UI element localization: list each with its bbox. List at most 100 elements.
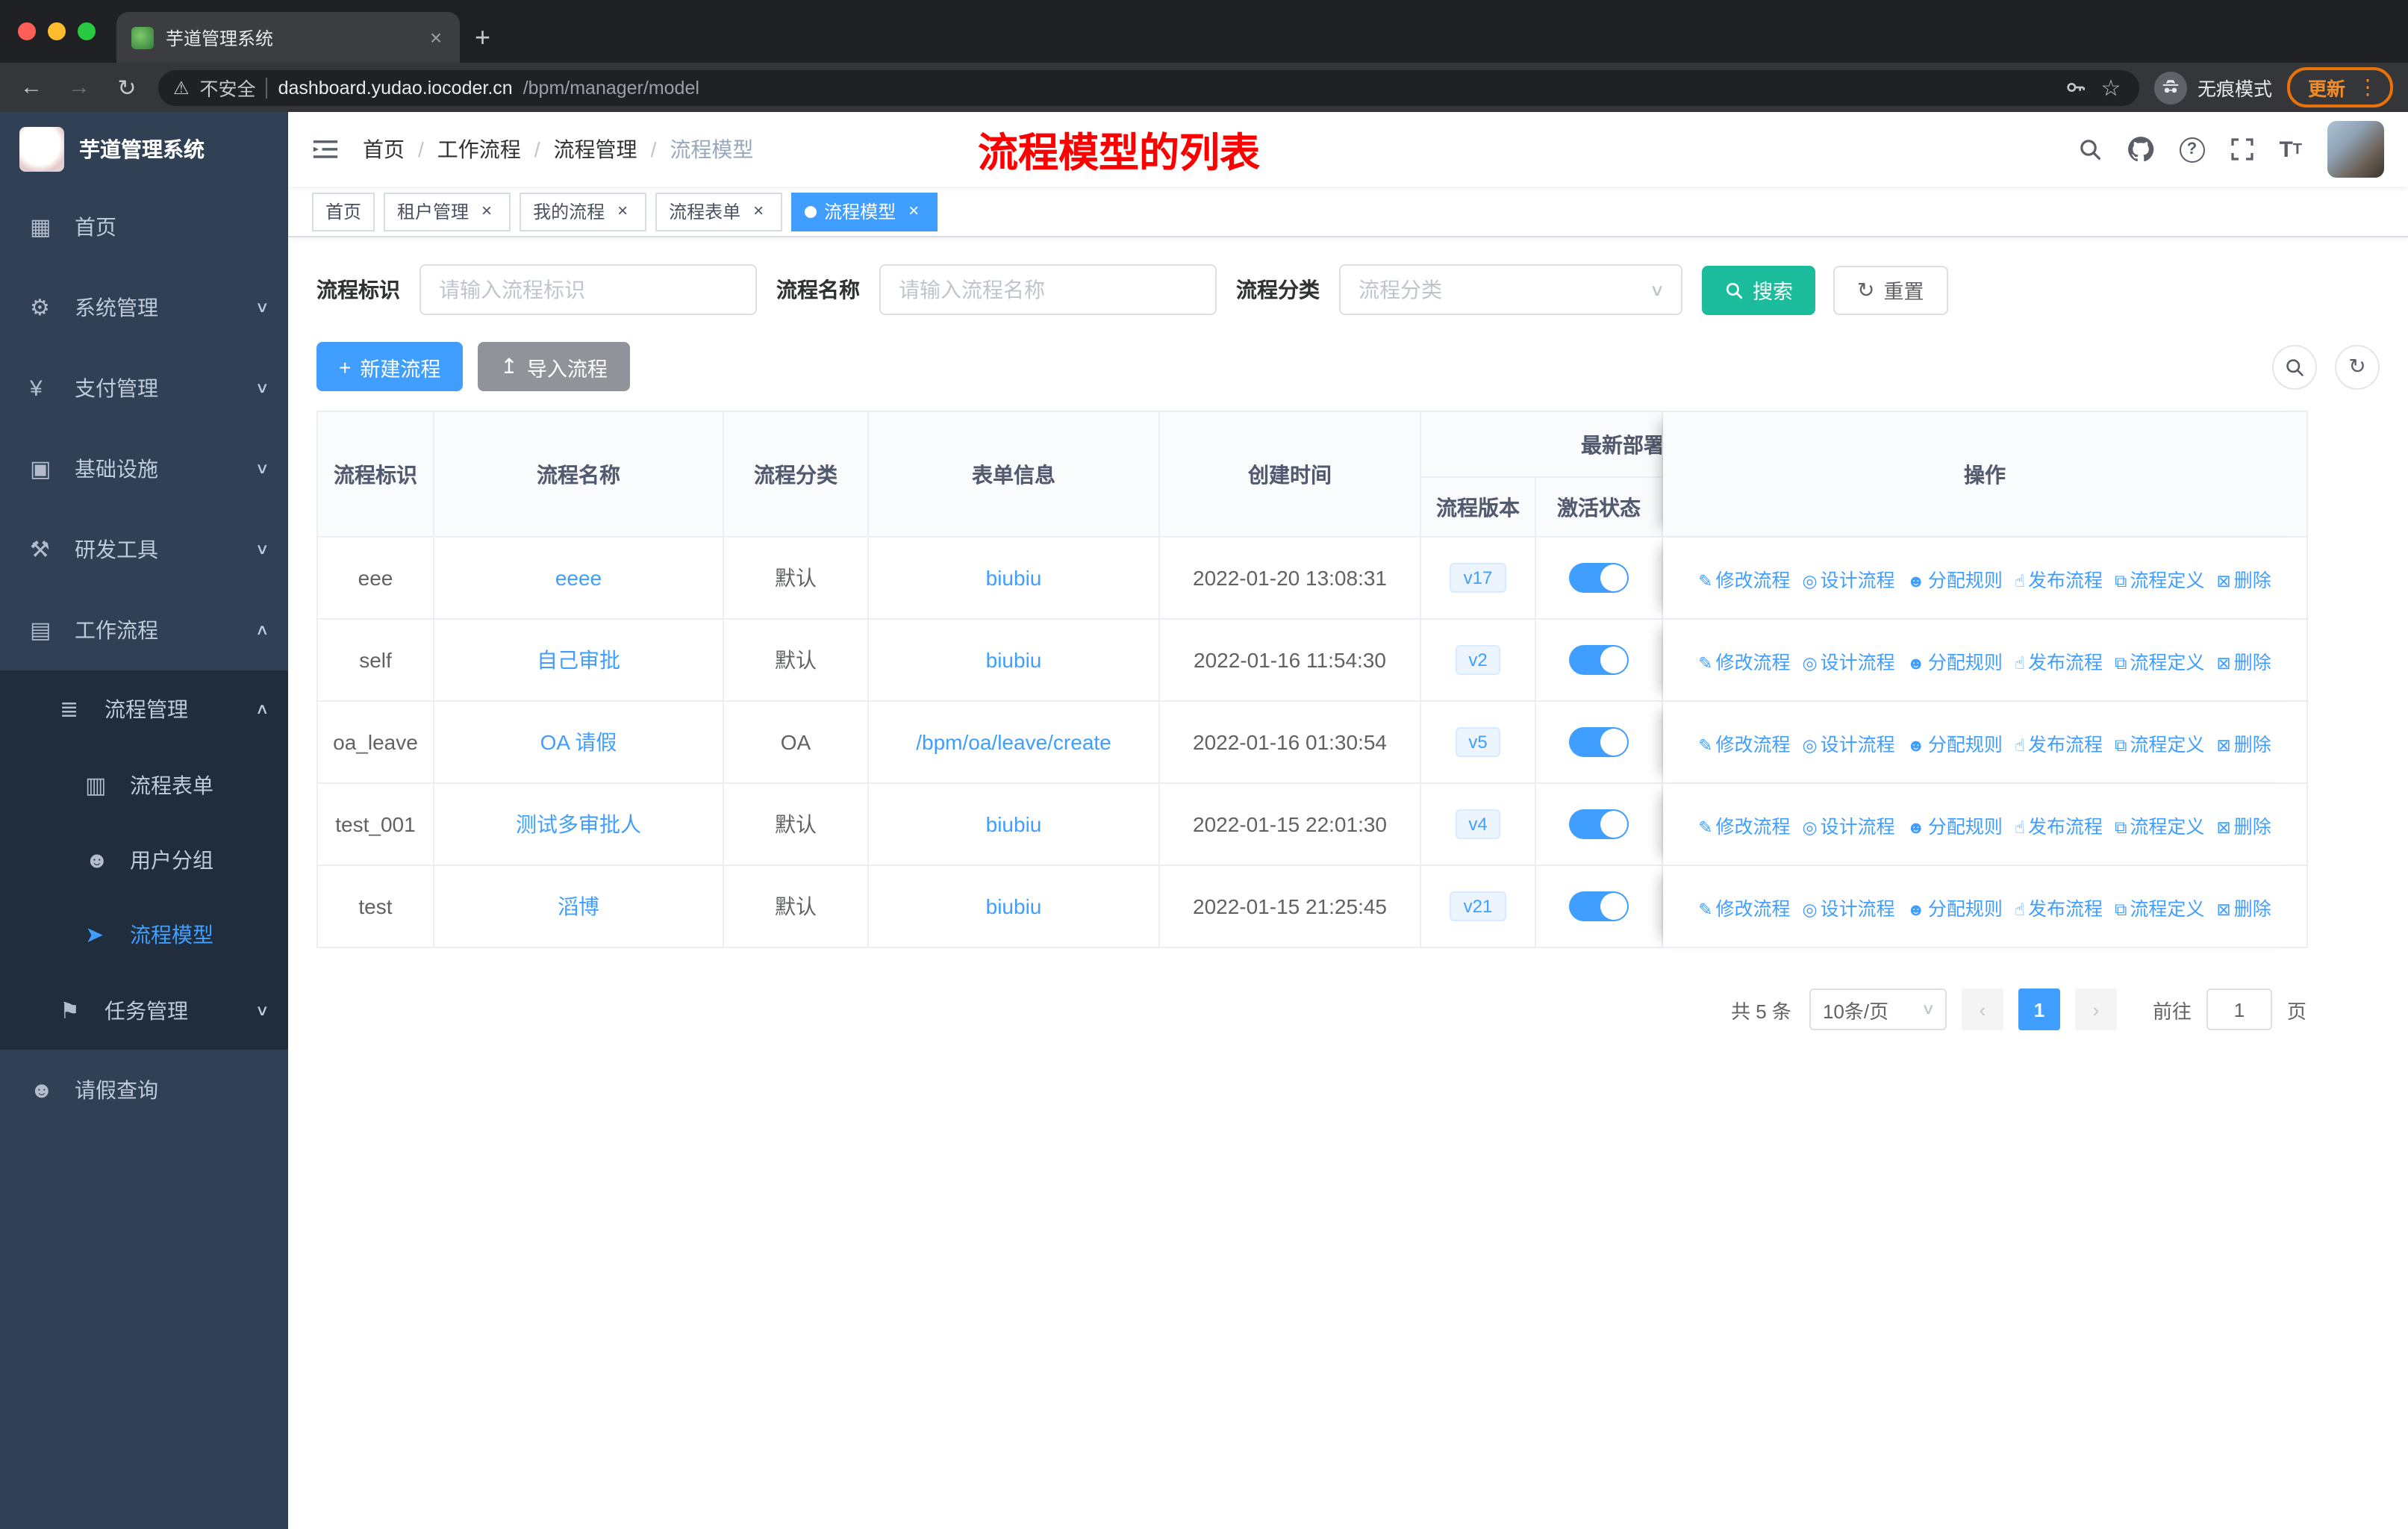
- close-icon[interactable]: ×: [476, 200, 497, 222]
- font-size-icon[interactable]: TT: [2279, 137, 2302, 162]
- breadcrumb-item[interactable]: 工作流程: [437, 134, 521, 164]
- toggle-search-button[interactable]: [2272, 344, 2317, 389]
- close-icon[interactable]: ×: [903, 200, 924, 222]
- browser-tab[interactable]: 芋道管理系统 ×: [116, 12, 460, 63]
- form-info-link[interactable]: biubiu: [986, 648, 1042, 672]
- active-toggle[interactable]: [1569, 645, 1629, 675]
- hamburger-icon[interactable]: [312, 136, 339, 163]
- version-badge[interactable]: v17: [1450, 563, 1506, 593]
- version-badge[interactable]: v5: [1455, 727, 1501, 757]
- action-publish-link[interactable]: ☝ 发布流程: [2015, 652, 2103, 673]
- action-delete-link[interactable]: ⊠ 删除: [2216, 734, 2271, 755]
- action-assign-link[interactable]: ☻ 分配规则: [1907, 734, 2003, 755]
- action-edit-link[interactable]: ✎ 修改流程: [1698, 570, 1790, 591]
- sidebar-item-payment-mgmt[interactable]: ¥ 支付管理 ∨: [0, 348, 288, 429]
- action-definition-link[interactable]: ⧉ 流程定义: [2115, 898, 2204, 919]
- action-edit-link[interactable]: ✎ 修改流程: [1698, 652, 1790, 673]
- sidebar-item-dev-tools[interactable]: ⚒ 研发工具 ∨: [0, 509, 288, 590]
- sidebar-item-infrastructure[interactable]: ▣ 基础设施 ∨: [0, 429, 288, 509]
- action-definition-link[interactable]: ⧉ 流程定义: [2115, 734, 2204, 755]
- action-assign-link[interactable]: ☻ 分配规则: [1907, 898, 2003, 919]
- close-icon[interactable]: ×: [748, 200, 769, 222]
- sidebar-item-workflow[interactable]: ▤ 工作流程 ∧: [0, 590, 288, 670]
- action-edit-link[interactable]: ✎ 修改流程: [1698, 734, 1790, 755]
- action-assign-link[interactable]: ☻ 分配规则: [1907, 570, 2003, 591]
- github-icon[interactable]: [2127, 136, 2153, 163]
- tag-流程表单[interactable]: 流程表单 ×: [655, 192, 783, 231]
- user-avatar[interactable]: [2327, 121, 2384, 178]
- breadcrumb-item[interactable]: 首页: [363, 134, 405, 164]
- form-info-link[interactable]: biubiu: [986, 894, 1042, 918]
- prev-page-button[interactable]: ‹: [1961, 988, 2003, 1030]
- active-toggle[interactable]: [1569, 809, 1629, 839]
- action-publish-link[interactable]: ☝ 发布流程: [2015, 816, 2103, 837]
- url-field[interactable]: ⚠ 不安全 dashboard.yudao.iocoder.cn/bpm/man…: [158, 69, 2139, 105]
- page-number-button[interactable]: 1: [2018, 988, 2060, 1030]
- action-edit-link[interactable]: ✎ 修改流程: [1698, 816, 1790, 837]
- browser-update-button[interactable]: 更新 ⋮: [2286, 67, 2393, 108]
- fullscreen-icon[interactable]: [2230, 137, 2253, 161]
- security-label[interactable]: 不安全: [200, 73, 256, 102]
- category-select[interactable]: 流程分类 ∨: [1339, 264, 1682, 315]
- action-delete-link[interactable]: ⊠ 删除: [2216, 652, 2271, 673]
- tag-首页[interactable]: 首页: [312, 192, 375, 231]
- sidebar-item-home[interactable]: ▦ 首页: [0, 187, 288, 267]
- action-delete-link[interactable]: ⊠ 删除: [2216, 570, 2271, 591]
- sidebar-item-process-form[interactable]: ▥ 流程表单: [0, 748, 288, 823]
- new-tab-button[interactable]: +: [475, 22, 490, 54]
- tag-我的流程[interactable]: 我的流程 ×: [520, 192, 647, 231]
- goto-page-input[interactable]: [2206, 988, 2272, 1030]
- process-name-link[interactable]: OA 请假: [540, 730, 617, 754]
- form-info-link[interactable]: /bpm/oa/leave/create: [916, 730, 1111, 754]
- reload-icon[interactable]: ↻: [110, 74, 143, 101]
- password-key-icon[interactable]: [2065, 76, 2087, 99]
- minimize-window-button[interactable]: [48, 22, 66, 40]
- zoom-window-button[interactable]: [78, 22, 96, 40]
- sidebar-item-user-group[interactable]: ☻ 用户分组: [0, 823, 288, 897]
- version-badge[interactable]: v2: [1455, 645, 1501, 675]
- form-info-link[interactable]: biubiu: [986, 566, 1042, 590]
- tag-流程模型[interactable]: 流程模型 ×: [791, 192, 938, 231]
- action-definition-link[interactable]: ⧉ 流程定义: [2115, 652, 2204, 673]
- sidebar-item-task-mgmt[interactable]: ⚑ 任务管理 ∨: [0, 972, 288, 1050]
- action-assign-link[interactable]: ☻ 分配规则: [1907, 652, 2003, 673]
- close-icon[interactable]: ×: [612, 200, 633, 222]
- active-toggle[interactable]: [1569, 563, 1629, 593]
- process-name-link[interactable]: eeee: [555, 566, 602, 590]
- action-design-link[interactable]: ◎ 设计流程: [1803, 652, 1895, 673]
- process-name-link[interactable]: 测试多审批人: [516, 812, 641, 836]
- version-badge[interactable]: v21: [1450, 891, 1506, 921]
- close-tab-icon[interactable]: ×: [424, 25, 448, 49]
- back-icon[interactable]: ←: [15, 75, 48, 100]
- action-definition-link[interactable]: ⧉ 流程定义: [2115, 570, 2204, 591]
- action-design-link[interactable]: ◎ 设计流程: [1803, 816, 1895, 837]
- action-edit-link[interactable]: ✎ 修改流程: [1698, 898, 1790, 919]
- action-publish-link[interactable]: ☝ 发布流程: [2015, 734, 2103, 755]
- process-name-link[interactable]: 自己审批: [537, 648, 620, 672]
- close-window-button[interactable]: [18, 22, 36, 40]
- page-size-select[interactable]: 10条/页 ∨: [1809, 988, 1947, 1030]
- process-key-input[interactable]: [419, 264, 757, 315]
- help-icon[interactable]: ?: [2179, 137, 2205, 162]
- process-name-input[interactable]: [879, 264, 1217, 315]
- search-icon[interactable]: [2077, 137, 2101, 161]
- active-toggle[interactable]: [1569, 727, 1629, 757]
- action-design-link[interactable]: ◎ 设计流程: [1803, 898, 1895, 919]
- action-publish-link[interactable]: ☝ 发布流程: [2015, 898, 2103, 919]
- process-name-link[interactable]: 滔博: [558, 894, 599, 918]
- action-delete-link[interactable]: ⊠ 删除: [2216, 898, 2271, 919]
- breadcrumb-item[interactable]: 流程管理: [554, 134, 637, 164]
- action-design-link[interactable]: ◎ 设计流程: [1803, 734, 1895, 755]
- next-page-button[interactable]: ›: [2074, 988, 2117, 1030]
- sidebar-item-process-mgmt[interactable]: ≣ 流程管理 ∧: [0, 670, 288, 748]
- action-design-link[interactable]: ◎ 设计流程: [1803, 570, 1895, 591]
- browser-menu-icon[interactable]: ⋮: [2357, 75, 2378, 100]
- action-definition-link[interactable]: ⧉ 流程定义: [2115, 816, 2204, 837]
- sidebar-item-leave-query[interactable]: ☻ 请假查询: [0, 1050, 288, 1130]
- active-toggle[interactable]: [1569, 891, 1629, 921]
- import-process-button[interactable]: ↥ 导入流程: [478, 342, 630, 391]
- tag-租户管理[interactable]: 租户管理 ×: [384, 192, 511, 231]
- bookmark-star-icon[interactable]: ☆: [2097, 74, 2124, 101]
- action-delete-link[interactable]: ⊠ 删除: [2216, 816, 2271, 837]
- action-publish-link[interactable]: ☝ 发布流程: [2015, 570, 2103, 591]
